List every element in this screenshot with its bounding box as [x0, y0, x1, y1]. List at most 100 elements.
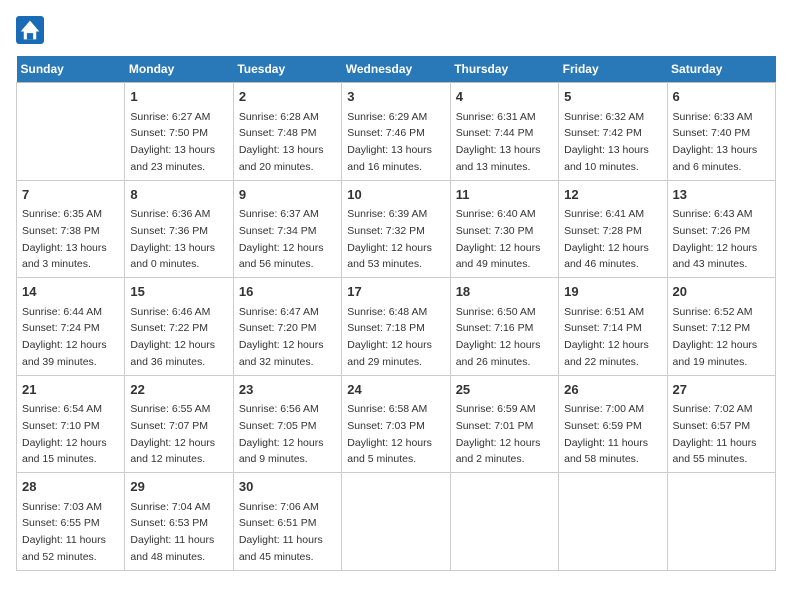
calendar-cell: 8Sunrise: 6:36 AMSunset: 7:36 PMDaylight…	[125, 180, 233, 278]
sunset-text: Sunset: 7:24 PM	[22, 322, 100, 334]
daylight-text: Daylight: 12 hours and 26 minutes.	[456, 339, 541, 368]
calendar-cell: 24Sunrise: 6:58 AMSunset: 7:03 PMDayligh…	[342, 375, 450, 473]
weekday-header: Tuesday	[233, 56, 341, 83]
daylight-text: Daylight: 12 hours and 15 minutes.	[22, 437, 107, 466]
calendar-cell	[559, 473, 667, 571]
sunrise-text: Sunrise: 6:46 AM	[130, 306, 210, 318]
calendar-cell: 27Sunrise: 7:02 AMSunset: 6:57 PMDayligh…	[667, 375, 775, 473]
daylight-text: Daylight: 12 hours and 19 minutes.	[673, 339, 758, 368]
sunset-text: Sunset: 7:30 PM	[456, 225, 534, 237]
sunset-text: Sunset: 7:03 PM	[347, 420, 425, 432]
daylight-text: Daylight: 13 hours and 0 minutes.	[130, 242, 215, 271]
daylight-text: Daylight: 12 hours and 32 minutes.	[239, 339, 324, 368]
calendar-week-row: 1Sunrise: 6:27 AMSunset: 7:50 PMDaylight…	[17, 83, 776, 181]
calendar-cell: 29Sunrise: 7:04 AMSunset: 6:53 PMDayligh…	[125, 473, 233, 571]
calendar-week-row: 21Sunrise: 6:54 AMSunset: 7:10 PMDayligh…	[17, 375, 776, 473]
sunrise-text: Sunrise: 7:06 AM	[239, 501, 319, 513]
daylight-text: Daylight: 12 hours and 53 minutes.	[347, 242, 432, 271]
calendar-cell: 26Sunrise: 7:00 AMSunset: 6:59 PMDayligh…	[559, 375, 667, 473]
sunset-text: Sunset: 7:16 PM	[456, 322, 534, 334]
daylight-text: Daylight: 12 hours and 29 minutes.	[347, 339, 432, 368]
sunrise-text: Sunrise: 6:43 AM	[673, 208, 753, 220]
day-number: 18	[456, 282, 553, 302]
day-number: 9	[239, 185, 336, 205]
calendar-week-row: 7Sunrise: 6:35 AMSunset: 7:38 PMDaylight…	[17, 180, 776, 278]
calendar-cell: 2Sunrise: 6:28 AMSunset: 7:48 PMDaylight…	[233, 83, 341, 181]
sunset-text: Sunset: 7:28 PM	[564, 225, 642, 237]
daylight-text: Daylight: 12 hours and 39 minutes.	[22, 339, 107, 368]
sunrise-text: Sunrise: 6:33 AM	[673, 111, 753, 123]
day-number: 3	[347, 87, 444, 107]
day-number: 13	[673, 185, 770, 205]
calendar-cell: 15Sunrise: 6:46 AMSunset: 7:22 PMDayligh…	[125, 278, 233, 376]
sunset-text: Sunset: 7:42 PM	[564, 127, 642, 139]
day-number: 16	[239, 282, 336, 302]
daylight-text: Daylight: 13 hours and 6 minutes.	[673, 144, 758, 173]
daylight-text: Daylight: 12 hours and 2 minutes.	[456, 437, 541, 466]
daylight-text: Daylight: 11 hours and 55 minutes.	[673, 437, 757, 466]
day-number: 15	[130, 282, 227, 302]
sunrise-text: Sunrise: 6:32 AM	[564, 111, 644, 123]
calendar-cell	[342, 473, 450, 571]
daylight-text: Daylight: 13 hours and 3 minutes.	[22, 242, 107, 271]
calendar-table: SundayMondayTuesdayWednesdayThursdayFrid…	[16, 56, 776, 571]
day-number: 23	[239, 380, 336, 400]
calendar-cell: 4Sunrise: 6:31 AMSunset: 7:44 PMDaylight…	[450, 83, 558, 181]
calendar-cell: 1Sunrise: 6:27 AMSunset: 7:50 PMDaylight…	[125, 83, 233, 181]
daylight-text: Daylight: 12 hours and 56 minutes.	[239, 242, 324, 271]
calendar-cell: 12Sunrise: 6:41 AMSunset: 7:28 PMDayligh…	[559, 180, 667, 278]
weekday-header: Friday	[559, 56, 667, 83]
weekday-header: Saturday	[667, 56, 775, 83]
sunrise-text: Sunrise: 6:47 AM	[239, 306, 319, 318]
sunrise-text: Sunrise: 6:37 AM	[239, 208, 319, 220]
calendar-cell: 19Sunrise: 6:51 AMSunset: 7:14 PMDayligh…	[559, 278, 667, 376]
sunrise-text: Sunrise: 7:02 AM	[673, 403, 753, 415]
daylight-text: Daylight: 12 hours and 12 minutes.	[130, 437, 215, 466]
daylight-text: Daylight: 13 hours and 20 minutes.	[239, 144, 324, 173]
sunrise-text: Sunrise: 7:04 AM	[130, 501, 210, 513]
sunset-text: Sunset: 7:18 PM	[347, 322, 425, 334]
sunset-text: Sunset: 7:40 PM	[673, 127, 751, 139]
weekday-header: Sunday	[17, 56, 125, 83]
sunset-text: Sunset: 7:38 PM	[22, 225, 100, 237]
sunrise-text: Sunrise: 6:31 AM	[456, 111, 536, 123]
sunrise-text: Sunrise: 7:03 AM	[22, 501, 102, 513]
day-number: 7	[22, 185, 119, 205]
day-number: 17	[347, 282, 444, 302]
calendar-cell: 23Sunrise: 6:56 AMSunset: 7:05 PMDayligh…	[233, 375, 341, 473]
sunset-text: Sunset: 6:57 PM	[673, 420, 751, 432]
calendar-cell: 30Sunrise: 7:06 AMSunset: 6:51 PMDayligh…	[233, 473, 341, 571]
sunrise-text: Sunrise: 6:54 AM	[22, 403, 102, 415]
calendar-week-row: 28Sunrise: 7:03 AMSunset: 6:55 PMDayligh…	[17, 473, 776, 571]
calendar-cell: 11Sunrise: 6:40 AMSunset: 7:30 PMDayligh…	[450, 180, 558, 278]
calendar-cell: 9Sunrise: 6:37 AMSunset: 7:34 PMDaylight…	[233, 180, 341, 278]
daylight-text: Daylight: 11 hours and 58 minutes.	[564, 437, 648, 466]
day-number: 26	[564, 380, 661, 400]
logo-icon	[16, 16, 44, 44]
daylight-text: Daylight: 12 hours and 43 minutes.	[673, 242, 758, 271]
sunset-text: Sunset: 7:12 PM	[673, 322, 751, 334]
day-number: 19	[564, 282, 661, 302]
sunrise-text: Sunrise: 6:36 AM	[130, 208, 210, 220]
daylight-text: Daylight: 11 hours and 52 minutes.	[22, 534, 106, 563]
sunset-text: Sunset: 7:44 PM	[456, 127, 534, 139]
sunrise-text: Sunrise: 6:50 AM	[456, 306, 536, 318]
sunrise-text: Sunrise: 6:55 AM	[130, 403, 210, 415]
day-number: 4	[456, 87, 553, 107]
daylight-text: Daylight: 13 hours and 10 minutes.	[564, 144, 649, 173]
sunrise-text: Sunrise: 6:52 AM	[673, 306, 753, 318]
sunset-text: Sunset: 7:14 PM	[564, 322, 642, 334]
day-number: 2	[239, 87, 336, 107]
day-number: 28	[22, 477, 119, 497]
day-number: 14	[22, 282, 119, 302]
sunset-text: Sunset: 7:22 PM	[130, 322, 208, 334]
sunset-text: Sunset: 7:36 PM	[130, 225, 208, 237]
calendar-cell: 21Sunrise: 6:54 AMSunset: 7:10 PMDayligh…	[17, 375, 125, 473]
sunrise-text: Sunrise: 6:58 AM	[347, 403, 427, 415]
weekday-header: Wednesday	[342, 56, 450, 83]
sunset-text: Sunset: 6:53 PM	[130, 517, 208, 529]
sunset-text: Sunset: 7:05 PM	[239, 420, 317, 432]
calendar-cell	[667, 473, 775, 571]
sunset-text: Sunset: 7:01 PM	[456, 420, 534, 432]
calendar-cell: 14Sunrise: 6:44 AMSunset: 7:24 PMDayligh…	[17, 278, 125, 376]
